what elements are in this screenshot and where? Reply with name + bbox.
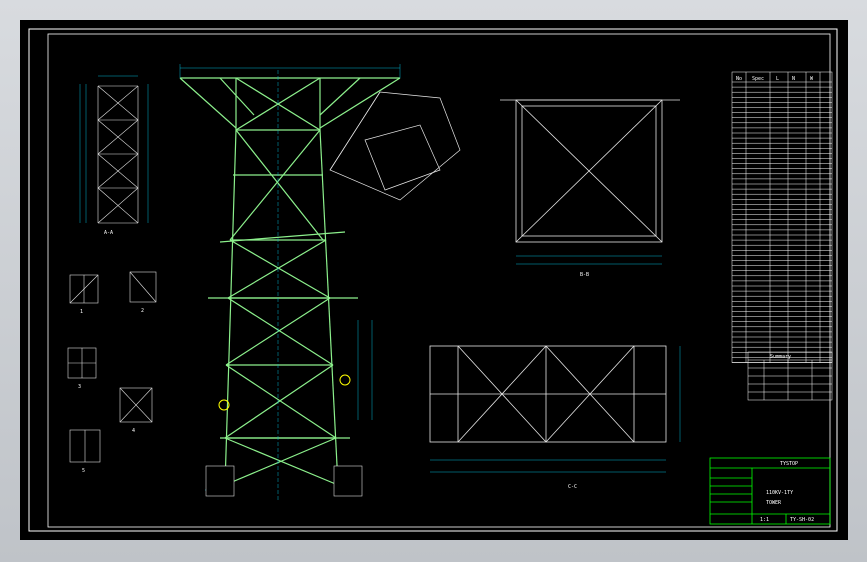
svg-text:W: W [810, 76, 814, 82]
main-tower [179, 77, 401, 486]
svg-text:No: No [736, 76, 742, 82]
plan-dimensions [516, 255, 662, 265]
outer-frame [28, 28, 838, 532]
cad-viewport[interactable]: A-A 1 2 3 4 5 B-B C-C No Spec L N W Summ… [20, 20, 848, 540]
title-scale: 1:1 [760, 517, 769, 523]
svg-text:1: 1 [80, 309, 83, 315]
section-view [429, 345, 667, 443]
plan-view [500, 99, 680, 243]
inner-frame [47, 33, 831, 528]
view-label-c: C-C [568, 484, 577, 490]
section-dimensions [430, 346, 681, 473]
title-name-2: TOWER [766, 500, 782, 506]
svg-text:N: N [792, 76, 795, 82]
parts-table-border [731, 71, 833, 363]
view-label-a: A-A [104, 230, 113, 236]
svg-text:4: 4 [132, 428, 135, 434]
title-name-1: 110KV-1TY [766, 490, 793, 496]
parts-table [731, 71, 833, 363]
tower-dimensions [179, 64, 401, 491]
marker-right [339, 374, 351, 386]
small-elevation-view [97, 85, 139, 224]
title-company: TYSTOP [780, 461, 798, 467]
summary-header: Summary [770, 354, 791, 360]
tower-drawing: A-A 1 2 3 4 5 B-B C-C No Spec L N W Summ… [28, 28, 838, 532]
view-label-b: B-B [580, 272, 589, 278]
title-drawing-no: TY-SH-02 [790, 517, 814, 523]
detail-nodes [67, 271, 157, 463]
svg-text:2: 2 [141, 308, 144, 314]
rotated-plate [329, 91, 461, 201]
svg-text:5: 5 [82, 468, 85, 474]
window-chrome: A-A 1 2 3 4 5 B-B C-C No Spec L N W Summ… [0, 0, 867, 562]
svg-text:L: L [776, 76, 779, 82]
svg-text:Spec: Spec [752, 76, 764, 82]
svg-text:3: 3 [78, 384, 81, 390]
yellow-markers [218, 374, 351, 411]
parts-table-header: No Spec L N W [736, 76, 814, 82]
tower-foot-plates [205, 465, 363, 497]
detail-labels: 1 2 3 4 5 [78, 308, 144, 474]
